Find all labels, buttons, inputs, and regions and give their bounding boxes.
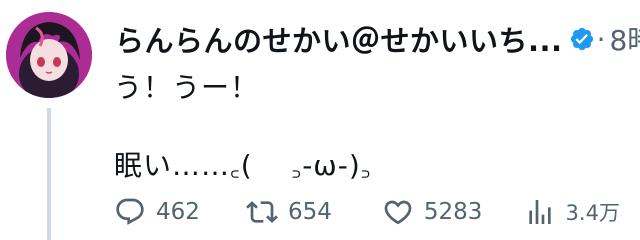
thread-line — [47, 108, 51, 240]
timestamp[interactable]: 8時 — [609, 19, 640, 59]
verified-badge-icon — [569, 26, 595, 52]
retweet-count: 654 — [287, 199, 332, 225]
reply-button[interactable]: 462 — [114, 196, 246, 228]
retweet-icon — [246, 201, 278, 223]
tweet-header: らんらんのせかい＠せかいいち... · 8時 — [115, 14, 640, 64]
like-count: 5283 — [423, 199, 483, 225]
views-chart-icon — [528, 200, 551, 224]
views-button[interactable]: 3.4万 — [524, 196, 640, 228]
reply-count: 462 — [156, 199, 200, 225]
header-separator: · — [596, 22, 606, 56]
tweet-text-line-2: 眠い……꜀( ꜆-ω-)꜆ — [114, 149, 372, 182]
tweet-text-line-1: う！うー！ — [114, 71, 260, 104]
like-button[interactable]: 5283 — [382, 196, 524, 228]
heart-icon — [384, 200, 412, 225]
avatar-illustration — [6, 12, 92, 98]
reply-icon — [116, 198, 144, 225]
retweet-button[interactable]: 654 — [246, 196, 382, 228]
avatar[interactable] — [6, 12, 92, 98]
tweet-actions: 462 654 5283 3.4万 — [114, 190, 640, 234]
display-name[interactable]: らんらんのせかい＠せかいいち... — [115, 18, 563, 60]
view-count: 3.4万 — [565, 201, 620, 225]
